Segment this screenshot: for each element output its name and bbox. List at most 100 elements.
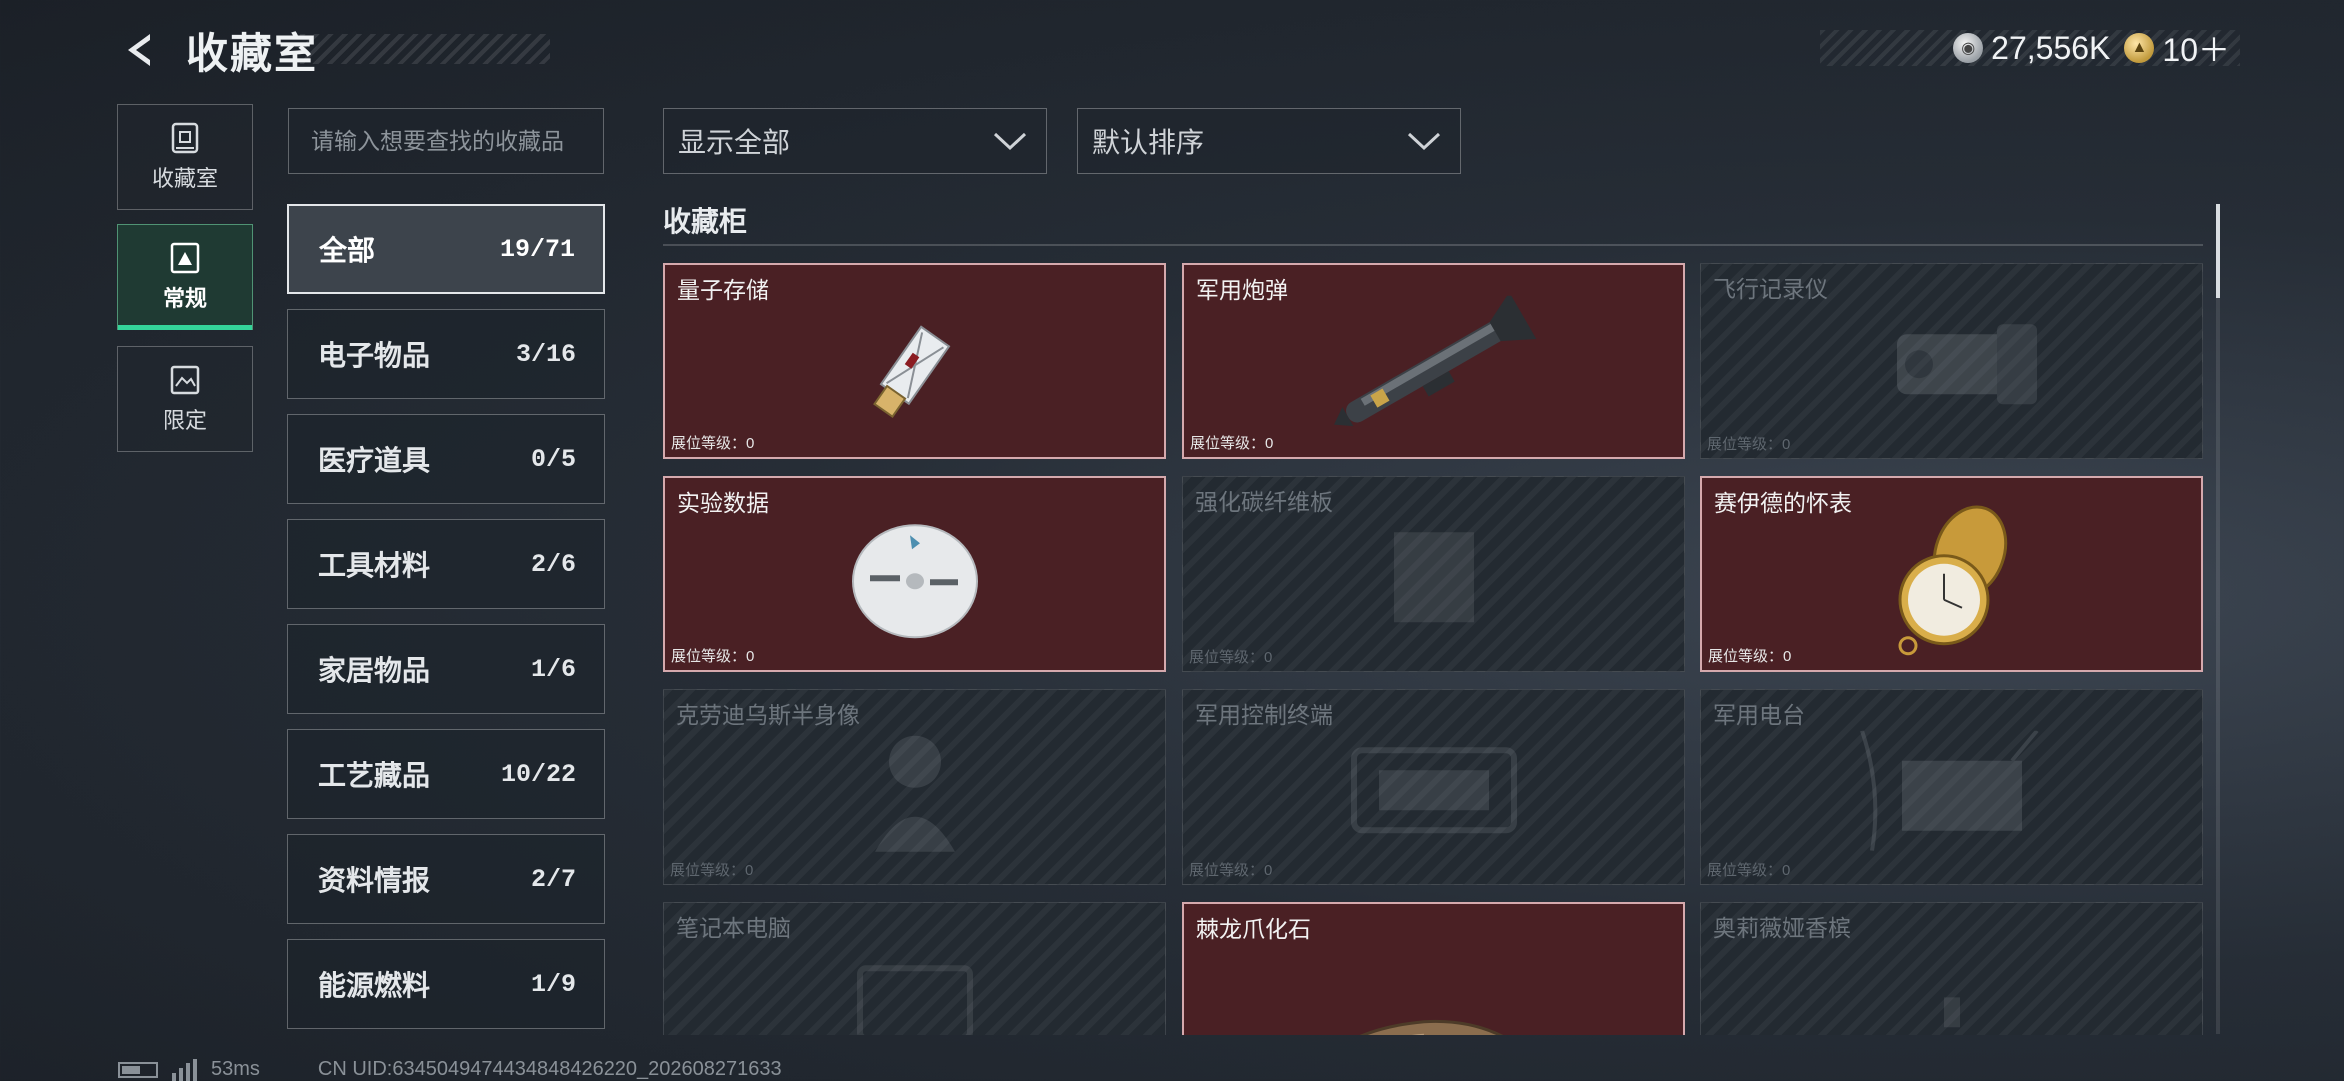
- category-label: 电子物品: [318, 340, 431, 371]
- tab-regular[interactable]: 常规: [117, 224, 253, 330]
- card-level: 展位等级：0: [671, 648, 755, 665]
- category-count: 19/71: [499, 234, 575, 264]
- category-count: 2/6: [530, 549, 576, 579]
- collection-card[interactable]: 克劳迪乌斯半身像 展位等级：0: [663, 689, 1166, 885]
- grid-scrollbar-track[interactable]: [2216, 204, 2220, 1034]
- category-crafts[interactable]: 工艺藏品 10/22: [287, 729, 605, 819]
- gold-currency[interactable]: ▲ 10＋: [2124, 25, 2230, 71]
- category-label: 工具材料: [318, 550, 431, 581]
- category-tools[interactable]: 工具材料 2/6: [287, 519, 605, 609]
- collection-card[interactable]: 军用控制终端 展位等级：0: [1182, 689, 1685, 885]
- category-count: 3/16: [515, 339, 576, 369]
- tab-label: 限定: [162, 408, 207, 433]
- card-level: 展位等级：0: [1707, 862, 1791, 879]
- card-name: 实验数据: [677, 490, 769, 516]
- grid-scrollbar-thumb[interactable]: [2216, 204, 2220, 298]
- category-electronics[interactable]: 电子物品 3/16: [287, 309, 605, 399]
- disc-icon: [840, 513, 990, 648]
- card-name: 笔记本电脑: [676, 915, 791, 941]
- category-label: 医疗道具: [318, 445, 431, 476]
- category-intel[interactable]: 资料情报 2/7: [287, 834, 605, 924]
- card-level: 展位等级：0: [1190, 435, 1274, 452]
- collection-card[interactable]: 军用电台 展位等级：0: [1700, 689, 2203, 885]
- battery-icon: [118, 1061, 158, 1078]
- uid-text: CN UID:6345049474434848426220_2026082716…: [317, 1058, 782, 1080]
- limited-icon: [168, 363, 202, 397]
- missile-icon: [1314, 292, 1554, 441]
- card-name: 奥莉薇娅香槟: [1713, 915, 1851, 941]
- card-level: 展位等级：0: [671, 435, 755, 452]
- terminal-icon: [1339, 735, 1529, 850]
- card-name: 军用电台: [1713, 702, 1805, 728]
- card-name: 赛伊德的怀表: [1714, 490, 1852, 516]
- collection-card[interactable]: 强化碳纤维板 展位等级：0: [1182, 476, 1685, 672]
- gold-amount: 10＋: [2162, 32, 2230, 68]
- category-label: 工艺藏品: [318, 760, 431, 791]
- collection-card[interactable]: 军用炮弹 展位等级：0: [1182, 263, 1685, 459]
- gold-coin-icon: ▲: [2124, 33, 2155, 63]
- category-energy[interactable]: 能源燃料 1/9: [287, 939, 605, 1029]
- tab-collection-room[interactable]: 收藏室: [117, 104, 253, 210]
- currency-bar: ◉ 27,556K ▲ 10＋: [1820, 30, 2240, 68]
- collection-card[interactable]: 实验数据 展位等级：0: [663, 476, 1166, 672]
- silver-currency[interactable]: ◉ 27,556K: [1953, 30, 2110, 67]
- collection-card[interactable]: 赛伊德的怀表 展位等级：0: [1700, 476, 2203, 672]
- signal-icon: [172, 1058, 197, 1081]
- pocket-watch-icon: [1882, 500, 2022, 665]
- laptop-icon: [830, 948, 1000, 1035]
- ping-value: 53ms: [211, 1058, 260, 1080]
- collection-card[interactable]: 量子存储 展位等级：0: [663, 263, 1166, 459]
- category-household[interactable]: 家居物品 1/6: [287, 624, 605, 714]
- category-count: 2/7: [530, 864, 576, 894]
- tab-label: 常规: [162, 286, 207, 311]
- back-button[interactable]: [118, 28, 162, 72]
- chevron-down-icon: [993, 132, 1027, 151]
- dropdown-value: 默认排序: [1092, 127, 1205, 158]
- collection-card[interactable]: 笔记本电脑: [663, 902, 1166, 1035]
- search-input[interactable]: [288, 108, 604, 174]
- card-name: 军用炮弹: [1196, 277, 1288, 303]
- tab-limited[interactable]: 限定: [117, 346, 253, 452]
- card-level: 展位等级：0: [1189, 862, 1273, 879]
- collection-room-icon: [168, 121, 202, 155]
- section-divider: [663, 244, 2203, 246]
- card-name: 克劳迪乌斯半身像: [676, 702, 860, 728]
- category-count: 10/22: [500, 759, 576, 789]
- card-name: 棘龙爪化石: [1196, 916, 1311, 942]
- silver-amount: 27,556K: [1991, 29, 2111, 66]
- regular-icon: [168, 241, 202, 275]
- title-decoration: [300, 34, 550, 64]
- tab-label: 收藏室: [151, 166, 218, 191]
- card-name: 量子存储: [677, 277, 769, 303]
- bust-icon: [860, 722, 970, 867]
- silver-coin-icon: ◉: [1953, 33, 1984, 63]
- card-name: 强化碳纤维板: [1195, 489, 1333, 515]
- card-level: 展位等级：0: [1189, 649, 1273, 666]
- category-count: 0/5: [530, 444, 576, 474]
- category-label: 全部: [319, 235, 376, 266]
- usb-drive-icon: [850, 300, 980, 435]
- category-label: 家居物品: [318, 655, 431, 686]
- sort-dropdown[interactable]: 默认排序: [1077, 108, 1461, 174]
- category-label: 能源燃料: [318, 970, 431, 1001]
- page-title: 收藏室: [186, 30, 319, 77]
- category-count: 1/9: [530, 969, 576, 999]
- card-level: 展位等级：0: [1708, 648, 1792, 665]
- collection-card[interactable]: 棘龙爪化石: [1182, 902, 1685, 1035]
- radio-icon: [1852, 729, 2052, 856]
- dropdown-value: 显示全部: [678, 127, 791, 158]
- collection-grid: 量子存储 展位等级：0 军用炮弹 展位等级：0 飞行记录仪 展位等级：0 实验数…: [663, 263, 2203, 1035]
- status-bar: 53ms CN UID:6345049474434848426220_20260…: [118, 1058, 782, 1081]
- category-all[interactable]: 全部 19/71: [287, 204, 605, 294]
- category-medical[interactable]: 医疗道具 0/5: [287, 414, 605, 504]
- display-filter-dropdown[interactable]: 显示全部: [663, 108, 1047, 174]
- card-level: 展位等级：0: [1707, 436, 1791, 453]
- category-label: 资料情报: [318, 865, 431, 896]
- back-arrow-icon: [128, 34, 150, 66]
- category-count: 1/6: [530, 654, 576, 684]
- collection-card[interactable]: 奥莉薇娅香槟: [1700, 902, 2203, 1035]
- collection-card[interactable]: 飞行记录仪 展位等级：0: [1700, 263, 2203, 459]
- claw-fossil-icon: [1274, 1001, 1594, 1035]
- chevron-down-icon: [1407, 132, 1441, 151]
- carbon-plate-icon: [1374, 522, 1494, 637]
